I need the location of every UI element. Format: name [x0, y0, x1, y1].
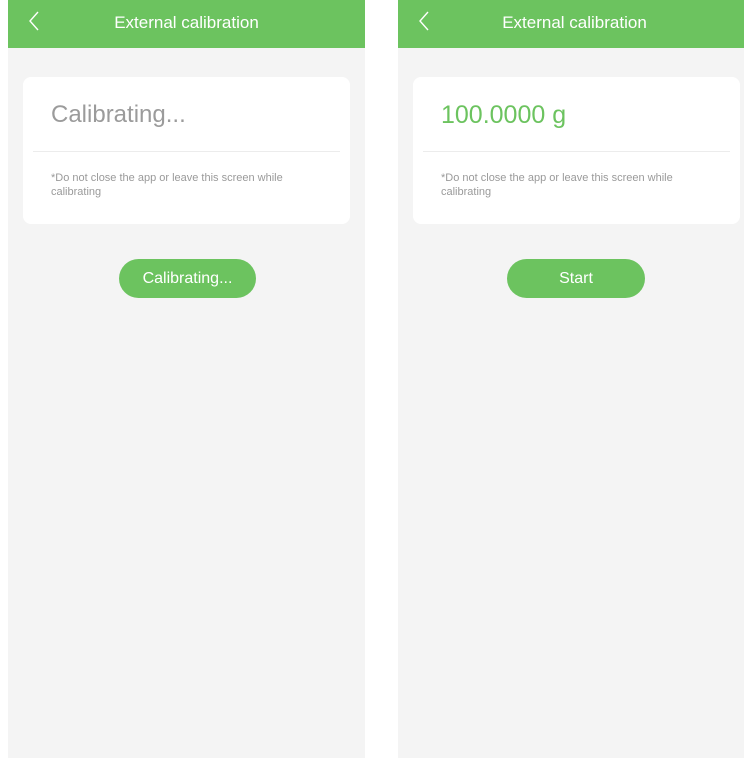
screenshot-canvas: External calibration Calibrating... *Do …	[0, 0, 744, 758]
page-title: External calibration	[502, 13, 647, 32]
divider	[33, 151, 340, 152]
phone-screen-result: External calibration 100.0000 g *Do not …	[398, 0, 744, 758]
calibration-warning: *Do not close the app or leave this scre…	[51, 172, 283, 198]
title-bar: External calibration	[8, 0, 365, 48]
page-title: External calibration	[114, 13, 259, 32]
title-bar: External calibration	[398, 0, 744, 48]
calibration-status: Calibrating...	[51, 101, 186, 128]
calibrating-button[interactable]: Calibrating...	[119, 259, 256, 298]
calibration-warning: *Do not close the app or leave this scre…	[441, 172, 673, 198]
phone-screen-calibrating: External calibration Calibrating... *Do …	[8, 0, 365, 758]
calibration-card: 100.0000 g *Do not close the app or leav…	[413, 77, 740, 224]
start-button[interactable]: Start	[507, 259, 645, 298]
calibration-card: Calibrating... *Do not close the app or …	[23, 77, 350, 224]
divider	[423, 151, 730, 152]
weight-reading: 100.0000 g	[441, 101, 567, 129]
